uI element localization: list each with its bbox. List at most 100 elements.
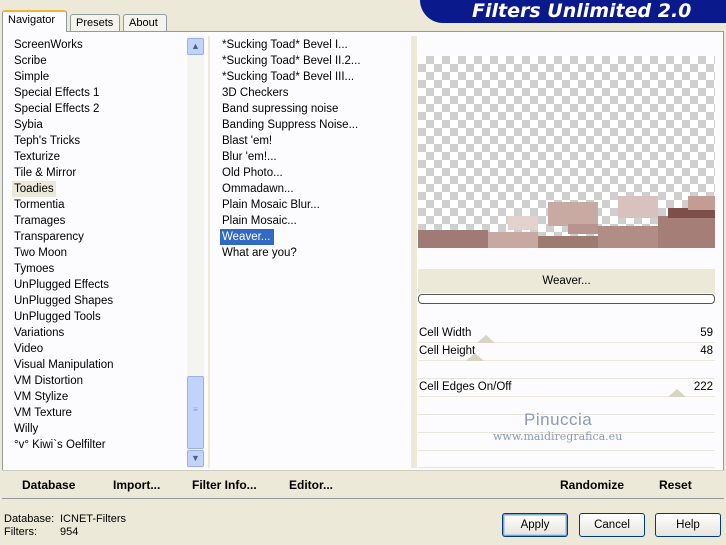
- tab-about[interactable]: About: [123, 14, 167, 32]
- list-item-label: Sybia: [14, 119, 43, 131]
- scroll-down-icon[interactable]: ▼: [187, 450, 204, 467]
- param-value: 222: [693, 381, 713, 393]
- param-value: 59: [700, 327, 713, 339]
- list-item-label: UnPlugged Tools: [14, 311, 101, 323]
- list-item[interactable]: Simple: [12, 69, 184, 85]
- status-filters: Filters: 954: [4, 526, 78, 538]
- list-item[interactable]: Sybia: [12, 117, 184, 133]
- help-button[interactable]: Help: [655, 513, 721, 537]
- category-scrollbar[interactable]: ▲ ≡ ▼: [187, 36, 204, 468]
- panel-divider: [411, 36, 417, 468]
- list-item[interactable]: VM Distortion: [12, 373, 184, 389]
- list-item[interactable]: Special Effects 1: [12, 85, 184, 101]
- list-item[interactable]: Plain Mosaic Blur...: [220, 197, 405, 213]
- list-item-label: VM Distortion: [14, 375, 84, 387]
- status-database: Database: ICNET-Filters: [4, 513, 126, 525]
- list-item-label: Old Photo...: [222, 167, 283, 179]
- list-item-label: VM Texture: [14, 407, 72, 419]
- list-item[interactable]: Toadies: [12, 181, 184, 197]
- list-item[interactable]: Scribe: [12, 53, 184, 69]
- list-item-label: Weaver...: [220, 229, 275, 245]
- randomize-button[interactable]: Randomize: [560, 478, 624, 492]
- cancel-button[interactable]: Cancel: [579, 513, 645, 537]
- list-item[interactable]: Texturize: [12, 149, 184, 165]
- list-item[interactable]: Special Effects 2: [12, 101, 184, 117]
- preview-block: [618, 196, 658, 218]
- list-item-label: *Sucking Toad* Bevel III...: [222, 71, 355, 83]
- list-item[interactable]: Old Photo...: [220, 165, 405, 181]
- database-button[interactable]: Database: [22, 478, 75, 492]
- param-value: 48: [700, 345, 713, 357]
- slider-thumb[interactable]: [477, 335, 495, 343]
- list-item[interactable]: Willy: [12, 421, 184, 437]
- editor-button[interactable]: Editor...: [289, 478, 333, 492]
- list-item[interactable]: Tymoes: [12, 261, 184, 277]
- list-item[interactable]: Transparency: [12, 229, 184, 245]
- preview-block: [658, 216, 715, 248]
- list-item[interactable]: UnPlugged Effects: [12, 277, 184, 293]
- slider-thumb[interactable]: [466, 353, 484, 361]
- list-item[interactable]: Band supressing noise: [220, 101, 405, 117]
- tab-navigator[interactable]: Navigator: [2, 10, 67, 32]
- param-cell-width[interactable]: Cell Width 59: [418, 325, 715, 343]
- list-item[interactable]: Tormentia: [12, 197, 184, 213]
- list-item[interactable]: Tile & Mirror: [12, 165, 184, 181]
- list-item[interactable]: °v° Kiwi`s Oelfilter: [12, 437, 184, 453]
- list-item-label: Tramages: [14, 215, 66, 227]
- preview-image: [418, 56, 715, 248]
- list-item[interactable]: Banding Suppress Noise...: [220, 117, 405, 133]
- import-button[interactable]: Import...: [113, 478, 160, 492]
- list-item-label: Willy: [14, 423, 39, 435]
- list-item[interactable]: UnPlugged Shapes: [12, 293, 184, 309]
- scroll-thumb[interactable]: ≡: [187, 376, 204, 449]
- list-item-label: ScreenWorks: [14, 39, 83, 51]
- list-item[interactable]: What are you?: [220, 245, 405, 261]
- preview-block: [508, 216, 538, 230]
- scroll-up-icon[interactable]: ▲: [187, 38, 204, 55]
- list-item-label: 3D Checkers: [222, 87, 289, 99]
- list-item-label: UnPlugged Effects: [14, 279, 110, 291]
- list-item[interactable]: Blast 'em!: [220, 133, 405, 149]
- list-item-label: Plain Mosaic Blur...: [222, 199, 320, 211]
- param-cell-edges[interactable]: Cell Edges On/Off 222: [418, 379, 715, 397]
- param-label: Cell Edges On/Off: [419, 381, 512, 393]
- list-item[interactable]: Weaver...: [220, 229, 405, 245]
- list-item[interactable]: Blur 'em!...: [220, 149, 405, 165]
- list-item[interactable]: *Sucking Toad* Bevel II.2...: [220, 53, 405, 69]
- tab-presets[interactable]: Presets: [70, 14, 120, 32]
- slider-thumb[interactable]: [668, 389, 686, 397]
- list-item[interactable]: Variations: [12, 325, 184, 341]
- reset-button[interactable]: Reset: [659, 478, 692, 492]
- apply-button[interactable]: Apply: [502, 513, 568, 537]
- list-item[interactable]: Two Moon: [12, 245, 184, 261]
- filter-info-button[interactable]: Filter Info...: [192, 478, 257, 492]
- watermark-url: www.maidiregrafica.eu: [493, 430, 623, 443]
- list-item[interactable]: VM Stylize: [12, 389, 184, 405]
- category-list[interactable]: ScreenWorks Scribe Simple Special Effects 1…: [12, 37, 184, 467]
- list-item-label: Special Effects 1: [14, 87, 100, 99]
- list-item-label: Tile & Mirror: [14, 167, 77, 179]
- app-title-banner: Filters Unlimited 2.0: [420, 0, 726, 23]
- filter-list[interactable]: *Sucking Toad* Bevel I... *Sucking Toad* …: [220, 37, 405, 467]
- list-item[interactable]: 3D Checkers: [220, 85, 405, 101]
- list-item[interactable]: *Sucking Toad* Bevel III...: [220, 69, 405, 85]
- list-item-label: What are you?: [222, 247, 297, 259]
- list-item-label: Blast 'em!: [222, 135, 273, 147]
- list-item[interactable]: VM Texture: [12, 405, 184, 421]
- list-divider: [208, 36, 210, 468]
- preview-block: [688, 196, 715, 210]
- list-item[interactable]: *Sucking Toad* Bevel I...: [220, 37, 405, 53]
- list-item[interactable]: Plain Mosaic...: [220, 213, 405, 229]
- list-item[interactable]: Teph's Tricks: [12, 133, 184, 149]
- list-item[interactable]: Visual Manipulation: [12, 357, 184, 373]
- list-item[interactable]: Tramages: [12, 213, 184, 229]
- list-item[interactable]: Ommadawn...: [220, 181, 405, 197]
- list-item-label: Simple: [14, 71, 50, 83]
- list-item[interactable]: Video: [12, 341, 184, 357]
- list-item-label: Visual Manipulation: [14, 359, 114, 371]
- list-item[interactable]: ScreenWorks: [12, 37, 184, 53]
- list-item-label: Tymoes: [14, 263, 55, 275]
- preview-block: [488, 232, 538, 248]
- param-cell-height[interactable]: Cell Height 48: [418, 343, 715, 361]
- list-item[interactable]: UnPlugged Tools: [12, 309, 184, 325]
